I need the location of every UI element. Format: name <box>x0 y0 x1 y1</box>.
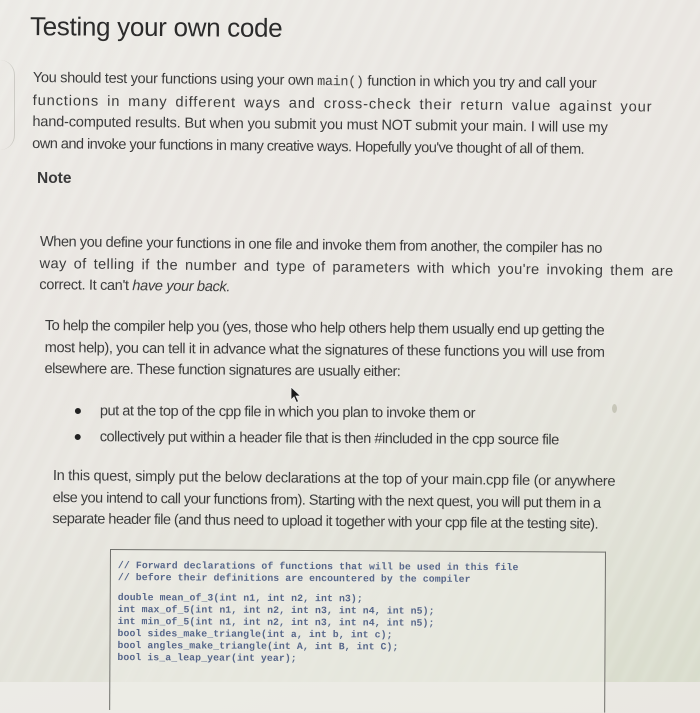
code-block: // Forward declarations of functions tha… <box>109 549 606 713</box>
intro-text: You should test your functions using you… <box>32 69 318 89</box>
bullet-dot-icon <box>74 408 81 415</box>
code-declaration: bool is_a_leap_year(int year); <box>117 652 297 664</box>
inline-code-main: main() <box>317 74 364 91</box>
list-item: put at the top of the cpp file in which … <box>72 398 559 427</box>
note-paragraph-1: When you define your functions in one fi… <box>39 232 673 304</box>
note-paragraph-2: To help the compiler help you (yes, thos… <box>44 316 670 386</box>
list-item-text: collectively put within a header file th… <box>99 429 559 449</box>
signature-options-list: put at the top of the cpp file in which … <box>72 398 559 453</box>
emphasized-text: have your back. <box>132 278 231 296</box>
note-heading: Note <box>37 170 72 187</box>
bullet-dot-icon <box>74 434 81 441</box>
code-content: // Forward declarations of functions tha… <box>110 550 605 667</box>
note-paragraph-3: In this quest, simply put the below decl… <box>52 466 673 537</box>
screen-reflection <box>0 60 15 150</box>
note-p1-text: correct. It can't <box>39 277 133 295</box>
intro-paragraph: You should test your functions using you… <box>32 68 673 162</box>
list-item-text: put at the top of the cpp file in which … <box>99 403 476 422</box>
page-title: Testing your own code <box>29 11 283 43</box>
code-comment: // before their definitions are encounte… <box>117 572 471 585</box>
list-item: collectively put within a header file th… <box>72 424 559 453</box>
screen-smudge <box>612 404 617 413</box>
intro-text: function in which you try and call your <box>363 73 597 92</box>
mouse-pointer-icon <box>290 386 302 404</box>
